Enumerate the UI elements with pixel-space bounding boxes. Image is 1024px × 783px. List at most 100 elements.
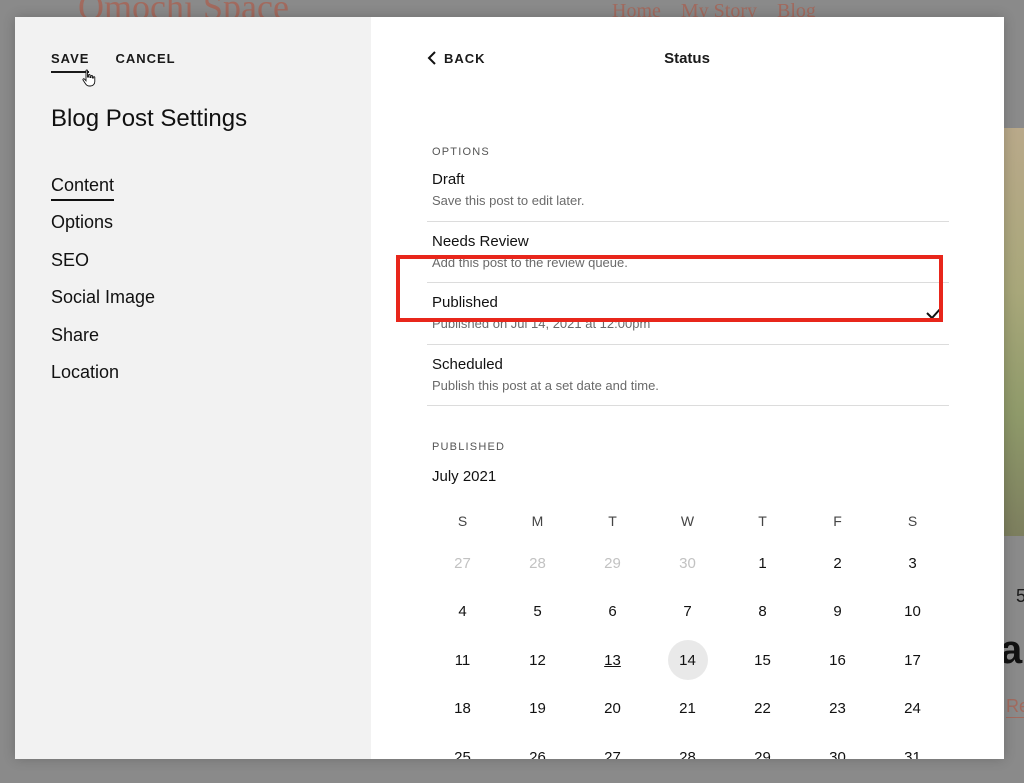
panel-title: Status <box>664 50 710 67</box>
day-number: 2 <box>833 554 842 572</box>
calendar-day[interactable]: 30 <box>800 733 875 759</box>
nav-item-social-image[interactable]: Social Image <box>51 287 155 324</box>
option-draft[interactable]: Draft Save this post to edit later. <box>427 160 949 222</box>
calendar-day[interactable]: 11 <box>425 636 500 685</box>
option-published[interactable]: Published Published on Jul 14, 2021 at 1… <box>427 283 949 345</box>
day-number: 1 <box>758 554 767 572</box>
day-number: 22 <box>754 700 771 718</box>
day-number: 19 <box>529 700 546 718</box>
nav-item-content[interactable]: Content <box>51 175 155 212</box>
hand-cursor-icon <box>82 69 96 87</box>
calendar-day[interactable]: 4 <box>425 588 500 637</box>
option-description: Published on Jul 14, 2021 at 12:00pm <box>432 316 651 331</box>
calendar-day[interactable]: 19 <box>500 685 575 734</box>
day-number: 23 <box>829 700 846 718</box>
day-number: 29 <box>604 554 621 572</box>
blog-post-settings-modal: SAVE CANCEL Blog Post Settings Content O… <box>15 17 1004 759</box>
weekday-label: W <box>680 513 695 529</box>
day-number: 18 <box>454 700 471 718</box>
calendar-day-today[interactable]: 13 <box>575 636 650 685</box>
calendar-day[interactable]: 22 <box>725 685 800 734</box>
calendar-day[interactable]: 28 <box>500 539 575 588</box>
calendar-day[interactable]: 10 <box>875 588 950 637</box>
calendar-day[interactable]: 1 <box>725 539 800 588</box>
calendar-day[interactable]: 7 <box>650 588 725 637</box>
day-number: 7 <box>683 603 692 621</box>
top-actions: SAVE CANCEL <box>51 51 176 73</box>
calendar-day[interactable]: 23 <box>800 685 875 734</box>
day-number: 6 <box>608 603 617 621</box>
day-number: 30 <box>679 554 696 572</box>
day-number: 29 <box>754 748 771 759</box>
calendar-day[interactable]: 15 <box>725 636 800 685</box>
calendar-day[interactable]: 25 <box>425 733 500 759</box>
site-fragment-number: 5 <box>1016 586 1024 606</box>
option-needs-review[interactable]: Needs Review Add this post to the review… <box>427 222 949 283</box>
checkmark-icon <box>926 307 942 320</box>
chevron-left-icon <box>427 51 436 65</box>
calendar-day[interactable]: 30 <box>650 539 725 588</box>
calendar-day[interactable]: 21 <box>650 685 725 734</box>
calendar-week: 4 5 6 7 8 9 10 <box>425 588 950 637</box>
option-scheduled[interactable]: Scheduled Publish this post at a set dat… <box>427 345 949 406</box>
cancel-button[interactable]: CANCEL <box>115 51 175 73</box>
day-number: 10 <box>904 603 921 621</box>
calendar-weekdays: S M T W T F S <box>425 507 950 539</box>
calendar-day-selected[interactable]: 14 <box>650 636 725 685</box>
day-number: 16 <box>829 651 846 669</box>
calendar-day[interactable]: 26 <box>500 733 575 759</box>
options-section-label: OPTIONS <box>432 146 490 158</box>
nav-item-label: Share <box>51 324 100 345</box>
day-number: 27 <box>604 748 621 759</box>
option-title: Needs Review <box>432 232 529 250</box>
weekday-label: M <box>531 513 544 529</box>
calendar-day[interactable]: 9 <box>800 588 875 637</box>
calendar-day[interactable]: 5 <box>500 588 575 637</box>
calendar-week: 25 26 27 28 29 30 31 <box>425 733 950 759</box>
status-panel: BACK Status OPTIONS Draft Save this post… <box>371 17 1004 759</box>
calendar-day[interactable]: 29 <box>725 733 800 759</box>
calendar-day[interactable]: 16 <box>800 636 875 685</box>
calendar-day[interactable]: 18 <box>425 685 500 734</box>
nav-item-label: Content <box>51 175 115 201</box>
calendar-day[interactable]: 29 <box>575 539 650 588</box>
calendar-day[interactable]: 6 <box>575 588 650 637</box>
nav-item-label: Location <box>51 361 120 382</box>
day-number: 13 <box>604 651 621 669</box>
calendar-day[interactable]: 27 <box>425 539 500 588</box>
day-number: 28 <box>679 748 696 759</box>
calendar-day[interactable]: 28 <box>650 733 725 759</box>
weekday-label: T <box>608 513 617 529</box>
nav-item-seo[interactable]: SEO <box>51 250 155 287</box>
back-button[interactable]: BACK <box>426 50 486 66</box>
calendar-day[interactable]: 31 <box>875 733 950 759</box>
published-section-label: PUBLISHED <box>432 441 506 453</box>
nav-item-location[interactable]: Location <box>51 362 155 399</box>
calendar-week: 18 19 20 21 22 23 24 <box>425 685 950 734</box>
calendar-day[interactable]: 12 <box>500 636 575 685</box>
calendar-day[interactable]: 2 <box>800 539 875 588</box>
option-description: Publish this post at a set date and time… <box>432 377 659 393</box>
day-number: 5 <box>533 603 542 621</box>
calendar-day[interactable]: 20 <box>575 685 650 734</box>
day-number: 9 <box>833 603 842 621</box>
nav-item-label: Social Image <box>51 287 156 308</box>
day-number: 24 <box>904 700 921 718</box>
option-description: Add this post to the review queue. <box>432 254 628 270</box>
settings-sidebar: SAVE CANCEL Blog Post Settings Content O… <box>15 17 371 759</box>
day-number: 15 <box>754 651 771 669</box>
nav-item-options[interactable]: Options <box>51 212 155 249</box>
calendar-day[interactable]: 17 <box>875 636 950 685</box>
day-number: 26 <box>529 748 546 759</box>
day-number: 3 <box>908 554 917 572</box>
weekday-label: S <box>907 513 918 529</box>
calendar-day[interactable]: 3 <box>875 539 950 588</box>
day-number: 8 <box>758 603 767 621</box>
calendar-day[interactable]: 8 <box>725 588 800 637</box>
day-number: 11 <box>454 651 471 669</box>
calendar-day[interactable]: 24 <box>875 685 950 734</box>
nav-item-label: Options <box>51 212 114 233</box>
settings-title: Blog Post Settings <box>51 105 248 132</box>
calendar-day[interactable]: 27 <box>575 733 650 759</box>
nav-item-share[interactable]: Share <box>51 325 155 362</box>
